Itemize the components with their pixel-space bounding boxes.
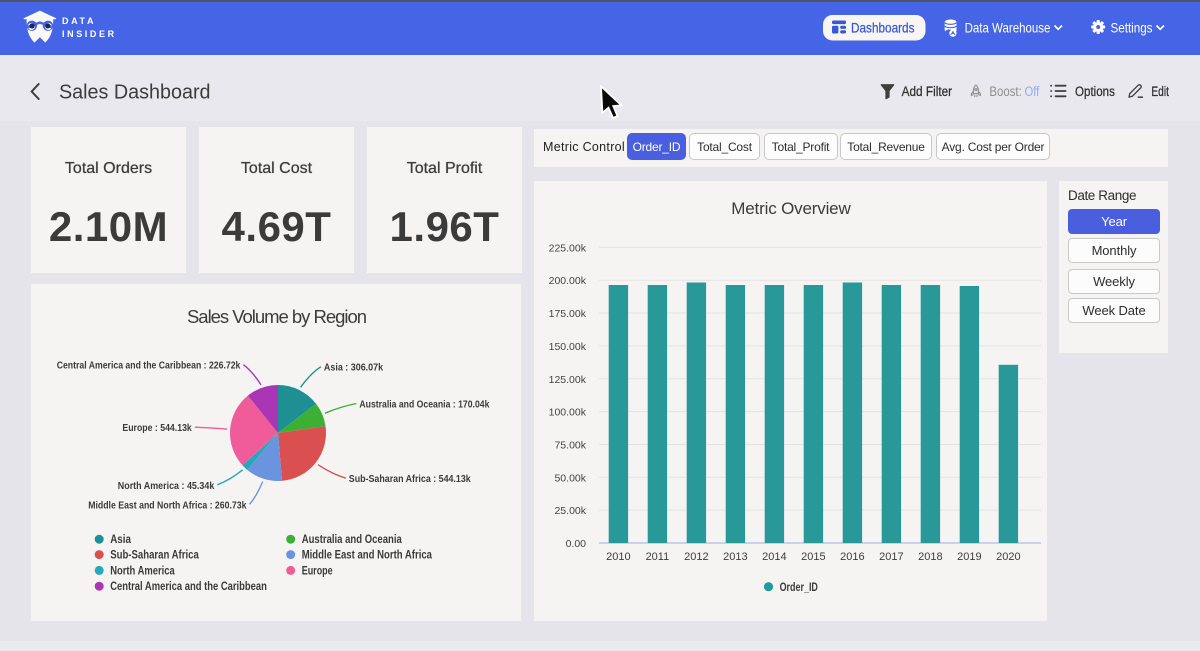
svg-text:Edit: Edit	[1151, 84, 1169, 99]
svg-text:2017: 2017	[879, 551, 903, 563]
svg-text:125.00k: 125.00k	[549, 374, 587, 386]
svg-text:25.00k: 25.00k	[554, 505, 586, 517]
svg-text:50.00k: 50.00k	[554, 472, 586, 484]
svg-text:Middle East and North Africa: Middle East and North Africa	[302, 550, 433, 562]
svg-text:2011: 2011	[646, 551, 670, 563]
svg-text:Australia and Oceania : 170.04: Australia and Oceania : 170.04k	[359, 399, 489, 411]
svg-text:Central America and the Caribb: Central America and the Caribbean : 226.…	[57, 360, 241, 372]
svg-text:Data Warehouse: Data Warehouse	[965, 19, 1051, 35]
svg-text:2013: 2013	[723, 551, 747, 563]
svg-text:100.00k: 100.00k	[549, 407, 587, 419]
svg-text:2014: 2014	[762, 551, 786, 563]
svg-text:Europe : 544.13k: Europe : 544.13k	[122, 422, 192, 434]
svg-text:Sub-Saharan Africa: Sub-Saharan Africa	[110, 550, 199, 562]
svg-text:2015: 2015	[801, 551, 825, 563]
svg-text:Asia: Asia	[110, 534, 131, 546]
svg-text:Middle East and North Africa :: Middle East and North Africa : 260.73k	[88, 499, 246, 511]
svg-text:Metric Overview: Metric Overview	[731, 199, 851, 218]
svg-text:Sales Volume by Region: Sales Volume by Region	[187, 306, 367, 327]
svg-text:Dashboards: Dashboards	[851, 20, 915, 36]
svg-text:Options: Options	[1075, 84, 1115, 99]
svg-text:225.00k: 225.00k	[549, 242, 587, 254]
svg-text:Boost:: Boost:	[989, 84, 1021, 99]
svg-text:2012: 2012	[684, 551, 708, 563]
svg-text:175.00k: 175.00k	[549, 308, 587, 320]
svg-text:Off: Off	[1025, 84, 1040, 99]
svg-text:2020: 2020	[996, 551, 1020, 563]
svg-text:Asia : 306.07k: Asia : 306.07k	[324, 362, 383, 374]
svg-text:2019: 2019	[957, 551, 981, 563]
svg-text:200.00k: 200.00k	[549, 275, 587, 287]
svg-text:Sales Dashboard: Sales Dashboard	[59, 80, 211, 103]
svg-text:Order_ID: Order_ID	[780, 582, 818, 594]
svg-text:75.00k: 75.00k	[554, 439, 586, 451]
svg-text:150.00k: 150.00k	[549, 341, 587, 353]
svg-text:Sub-Saharan Africa : 544.13k: Sub-Saharan Africa : 544.13k	[349, 473, 471, 485]
svg-text:Add Filter: Add Filter	[902, 84, 953, 99]
svg-text:Settings: Settings	[1111, 19, 1153, 35]
svg-text:Australia and Oceania: Australia and Oceania	[302, 534, 403, 546]
svg-text:North America : 45.34k: North America : 45.34k	[118, 480, 215, 492]
svg-text:North America: North America	[110, 565, 175, 577]
svg-text:Europe: Europe	[302, 565, 333, 577]
svg-text:2016: 2016	[840, 551, 864, 563]
svg-text:2018: 2018	[918, 551, 942, 563]
svg-text:0.00: 0.00	[566, 538, 587, 550]
svg-text:2010: 2010	[606, 551, 630, 563]
svg-text:Central America and the Caribb: Central America and the Caribbean	[110, 581, 267, 593]
